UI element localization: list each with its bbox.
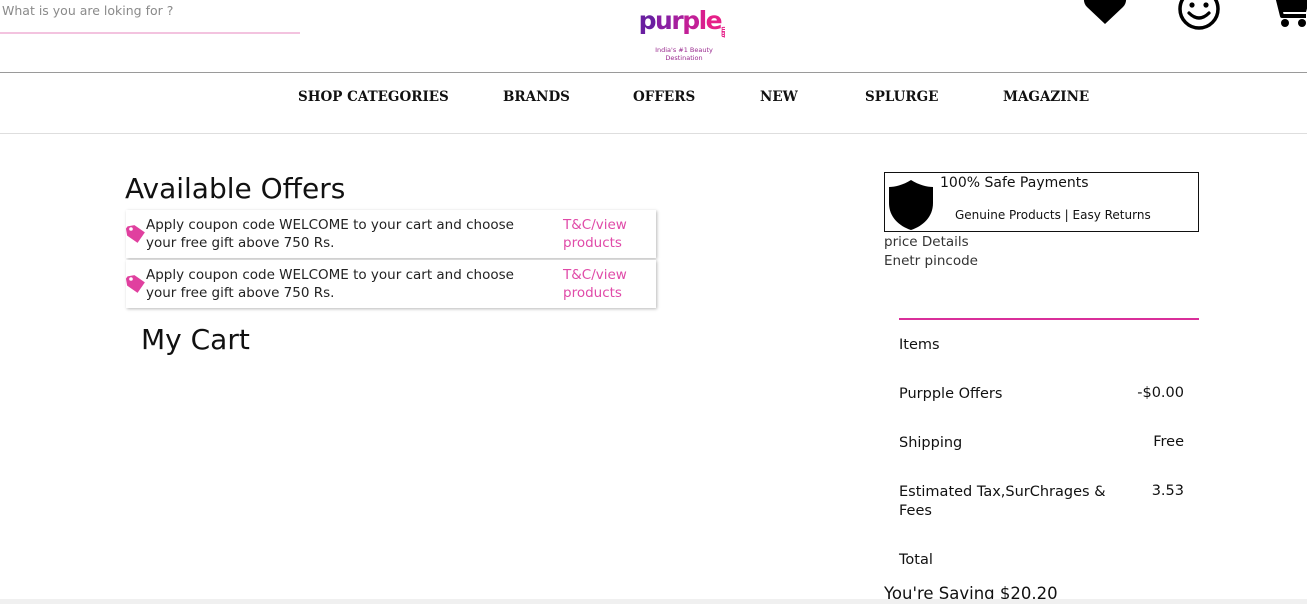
safe-payments-box: 100% Safe Payments Genuine Products | Ea… [884,172,1199,232]
safe-payments-subtitle: Genuine Products | Easy Returns [955,208,1151,222]
offers-heading: Available Offers [125,172,346,205]
search-input[interactable] [0,3,292,18]
main-nav: SHOP CATEGORIES BRANDS OFFERS NEW SPLURG… [0,73,1307,133]
nav-splurge[interactable]: SPLURGE [865,89,938,105]
summary-tax-label: Estimated Tax,SurChrages & Fees [899,484,1106,519]
summary-total-label: Total [899,552,933,568]
search-bar [0,0,300,34]
summary-divider [899,318,1199,320]
shield-icon [889,180,933,230]
cart-icon[interactable] [1266,0,1307,32]
safe-payments-title: 100% Safe Payments [940,175,1089,191]
nav-divider [0,133,1307,134]
tag-icon [126,225,145,243]
summary-shipping-value: Free [1153,434,1184,450]
site-logo[interactable]: purple.com India's #1 Beauty Destination [638,6,730,62]
offer-terms-link[interactable]: T&C/view products [563,216,643,252]
logo-tagline: India's #1 Beauty Destination [655,46,713,62]
nav-shop-categories[interactable]: SHOP CATEGORIES [298,89,449,105]
offer-text: Apply coupon code WELCOME to your cart a… [146,267,514,301]
nav-offers[interactable]: OFFERS [633,89,695,105]
pincode-field[interactable]: Enetr pincode [884,253,978,269]
summary-items-label: Items [899,337,940,353]
summary-offers-label: Purpple Offers [899,386,1003,402]
offer-text: Apply coupon code WELCOME to your cart a… [146,217,514,251]
cart-heading: My Cart [141,323,250,356]
smiley-icon[interactable] [1176,0,1222,32]
summary-tax-value: 3.53 [1151,483,1184,499]
offer-card: Apply coupon code WELCOME to your cart a… [126,210,656,258]
tag-icon [126,275,145,293]
nav-new[interactable]: NEW [760,89,798,105]
offer-terms-link[interactable]: T&C/view products [563,266,643,302]
bottom-strip [0,599,1307,604]
summary-shipping-label: Shipping [899,435,963,451]
logo-wordmark: purple.com [638,6,728,39]
nav-magazine[interactable]: MAGAZINE [1003,89,1089,105]
price-details-label: price Details [884,234,969,250]
heart-icon[interactable] [1082,0,1128,32]
summary-offers-value: -$0.00 [1137,385,1184,401]
nav-brands[interactable]: BRANDS [503,89,570,105]
offer-card: Apply coupon code WELCOME to your cart a… [126,260,656,308]
